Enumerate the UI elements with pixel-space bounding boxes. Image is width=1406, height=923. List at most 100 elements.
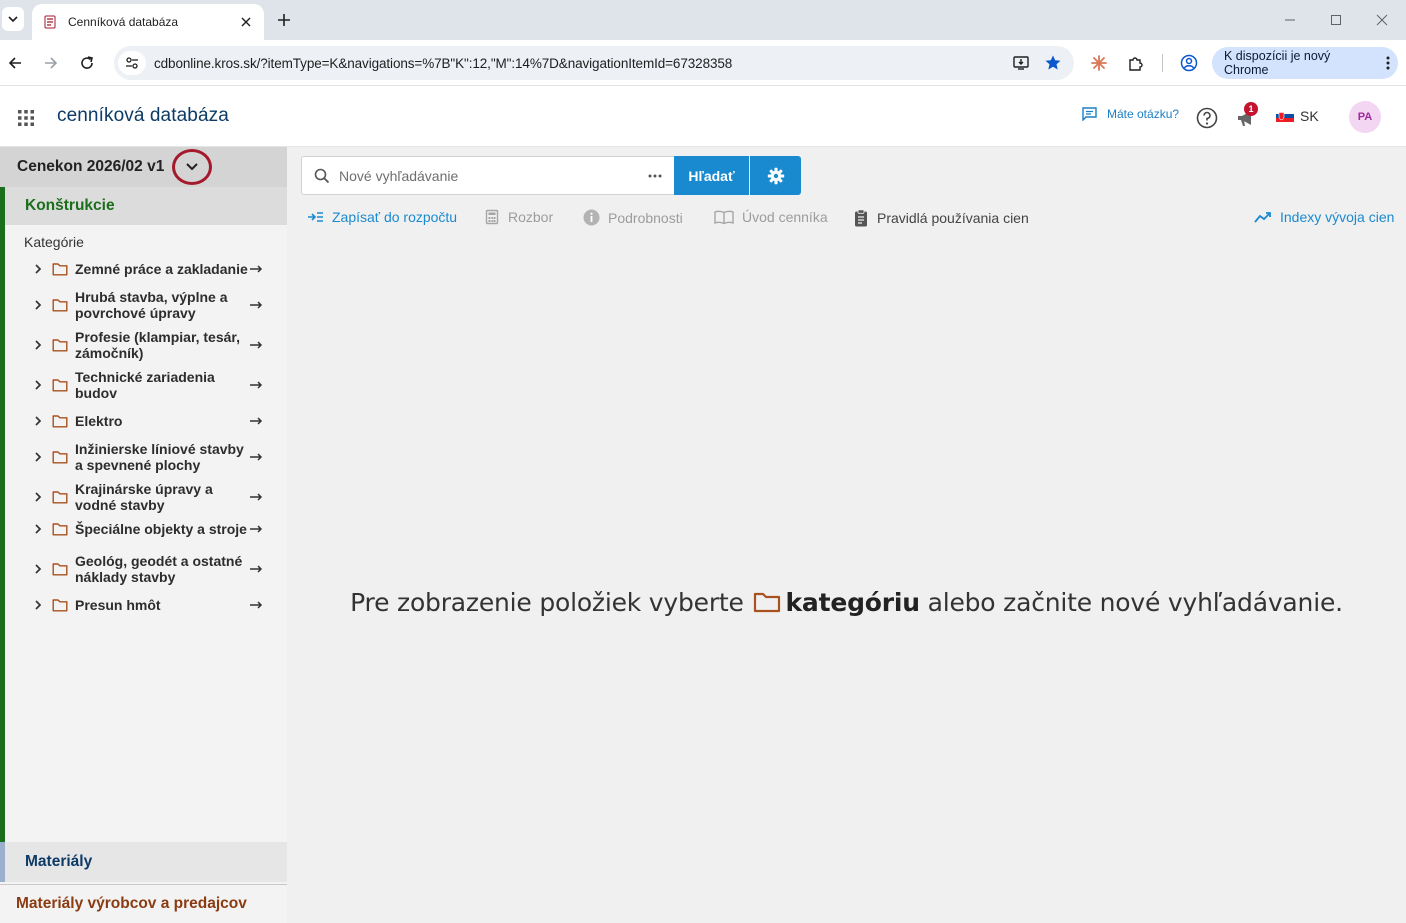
help-question-link[interactable]: Máte otázku?	[1082, 107, 1179, 121]
browser-tabstrip: Cenníková databáza	[0, 0, 1406, 40]
forward-arrow-icon[interactable]	[40, 52, 62, 74]
pricelist-name: Cenekon 2026/02 v1	[17, 158, 165, 175]
category-item[interactable]: Technické zariadenia budov	[5, 367, 287, 403]
apps-grid-icon[interactable]	[17, 109, 35, 127]
back-arrow-icon[interactable]	[4, 52, 26, 74]
language-selector[interactable]: SK	[1276, 108, 1319, 124]
chevron-down-icon	[186, 163, 198, 171]
empty-state-before: Pre zobrazenie položiek vyberte	[350, 588, 744, 617]
category-label: Špeciálne objekty a stroje	[75, 521, 247, 537]
arrow-right-icon[interactable]	[249, 564, 263, 574]
category-label: Inžinierske líniové stavby a spevnené pl…	[75, 441, 244, 473]
new-tab-plus-icon[interactable]	[274, 10, 294, 30]
category-item[interactable]: Inžinierske líniové stavby a spevnené pl…	[5, 439, 287, 475]
category-item[interactable]: Elektro	[5, 411, 287, 431]
minimize-icon[interactable]	[1280, 10, 1300, 30]
category-item[interactable]: Krajinárske úpravy a vodné stavby	[5, 479, 287, 515]
arrow-right-icon[interactable]	[249, 492, 263, 502]
analysis-label: Rozbor	[508, 209, 554, 225]
empty-state-after: alebo začnite nové vyhľadávanie.	[927, 588, 1343, 617]
gear-icon	[767, 167, 784, 184]
category-label: Geológ, geodét a ostatné náklady stavby	[75, 553, 243, 585]
info-circle-icon	[583, 209, 600, 226]
category-item[interactable]: Špeciálne objekty a stroje	[5, 519, 287, 539]
chevron-right-icon[interactable]	[33, 523, 43, 535]
arrow-right-icon[interactable]	[249, 380, 263, 390]
search-button[interactable]: Hľadať	[674, 156, 749, 195]
search-settings-button[interactable]	[750, 156, 801, 195]
more-options-icon[interactable]	[641, 174, 669, 178]
bookmark-star-icon[interactable]	[1042, 52, 1064, 74]
tab-close-icon[interactable]	[238, 14, 254, 30]
app-title[interactable]: cenníková databáza	[57, 105, 229, 127]
section-materialy-vyrobcov[interactable]: Materiály výrobcov a predajcov	[0, 884, 287, 923]
chevron-right-icon[interactable]	[33, 563, 43, 575]
details-label: Podrobnosti	[608, 209, 683, 226]
chrome-update-button[interactable]: K dispozícii je nový Chrome	[1212, 47, 1398, 79]
pricelist-dropdown-button[interactable]	[172, 149, 212, 185]
profile-icon[interactable]	[1178, 52, 1200, 74]
section-konstrukcie[interactable]: Konštrukcie	[5, 187, 287, 225]
chevron-right-icon[interactable]	[33, 599, 43, 611]
section-materialy[interactable]: Materiály	[0, 842, 287, 882]
category-item[interactable]: Geológ, geodét a ostatné náklady stavby	[5, 551, 287, 587]
chevron-right-icon[interactable]	[33, 415, 43, 427]
arrow-right-icon[interactable]	[249, 600, 263, 610]
category-item[interactable]: Profesie (klampiar, tesár, zámočník)	[5, 327, 287, 363]
calculator-icon	[484, 209, 500, 225]
arrow-right-icon[interactable]	[249, 416, 263, 426]
write-to-budget-button[interactable]: Zapísať do rozpočtu	[307, 209, 457, 225]
app-header: cenníková databáza Máte otázku? SK PA	[0, 87, 1406, 147]
maximize-icon[interactable]	[1326, 10, 1346, 30]
folder-icon	[52, 338, 68, 352]
pricelist-selector[interactable]: Cenekon 2026/02 v1	[0, 147, 287, 187]
address-bar[interactable]: cdbonline.kros.sk/?itemType=K&navigation…	[114, 46, 1074, 80]
category-label: Technické zariadenia budov	[75, 369, 215, 401]
empty-state-message: Pre zobrazenie položiek vyberte kategóri…	[287, 588, 1406, 617]
category-label: Profesie (klampiar, tesár, zámočník)	[75, 329, 240, 361]
arrow-right-icon[interactable]	[249, 300, 263, 310]
folder-icon	[52, 298, 68, 312]
details-button[interactable]: Podrobnosti	[583, 209, 683, 226]
extension-sunburst-icon[interactable]	[1088, 52, 1110, 74]
folder-icon	[52, 262, 68, 276]
search-input[interactable]	[339, 167, 641, 184]
search-field[interactable]	[301, 156, 675, 195]
browser-tab-active[interactable]: Cenníková databáza	[32, 4, 264, 40]
chevron-right-icon[interactable]	[33, 379, 43, 391]
chevron-right-icon[interactable]	[33, 451, 43, 463]
arrow-right-icon[interactable]	[249, 452, 263, 462]
arrow-right-icon[interactable]	[249, 524, 263, 534]
chevron-right-icon[interactable]	[33, 339, 43, 351]
chevron-right-icon[interactable]	[33, 299, 43, 311]
folder-icon	[52, 378, 68, 392]
site-info-tune-icon[interactable]	[118, 51, 146, 75]
category-item[interactable]: Presun hmôt	[5, 595, 287, 615]
install-app-icon[interactable]	[1010, 52, 1032, 74]
pricelist-intro-button[interactable]: Úvod cenníka	[714, 209, 828, 225]
help-circle-icon[interactable]	[1195, 106, 1219, 130]
reload-icon[interactable]	[76, 52, 98, 74]
analysis-button[interactable]: Rozbor	[484, 209, 553, 225]
categories-heading: Kategórie	[24, 234, 84, 250]
user-avatar[interactable]: PA	[1349, 101, 1381, 133]
kebab-menu-icon[interactable]	[1378, 56, 1398, 70]
tab-search-button[interactable]	[2, 7, 24, 31]
arrow-right-icon[interactable]	[249, 264, 263, 274]
price-indexes-button[interactable]: Indexy vývoja cien	[1254, 209, 1394, 225]
pricing-rules-label: Pravidlá používania cien	[877, 210, 1029, 226]
insert-arrow-icon	[307, 211, 324, 223]
extensions-puzzle-icon[interactable]	[1125, 52, 1147, 74]
category-item[interactable]: Zemné práce a zakladanie	[5, 259, 287, 279]
chevron-right-icon[interactable]	[33, 491, 43, 503]
folder-icon	[52, 598, 68, 612]
folder-icon	[52, 522, 68, 536]
close-window-icon[interactable]	[1372, 10, 1392, 30]
price-indexes-label: Indexy vývoja cien	[1280, 209, 1395, 225]
url-text[interactable]: cdbonline.kros.sk/?itemType=K&navigation…	[154, 56, 1010, 71]
arrow-right-icon[interactable]	[249, 340, 263, 350]
pricing-rules-button[interactable]: Pravidlá používania cien	[853, 209, 1029, 227]
chevron-right-icon[interactable]	[33, 263, 43, 275]
clipboard-icon	[853, 209, 869, 227]
category-item[interactable]: Hrubá stavba, výplne a povrchové úpravy	[5, 287, 287, 323]
